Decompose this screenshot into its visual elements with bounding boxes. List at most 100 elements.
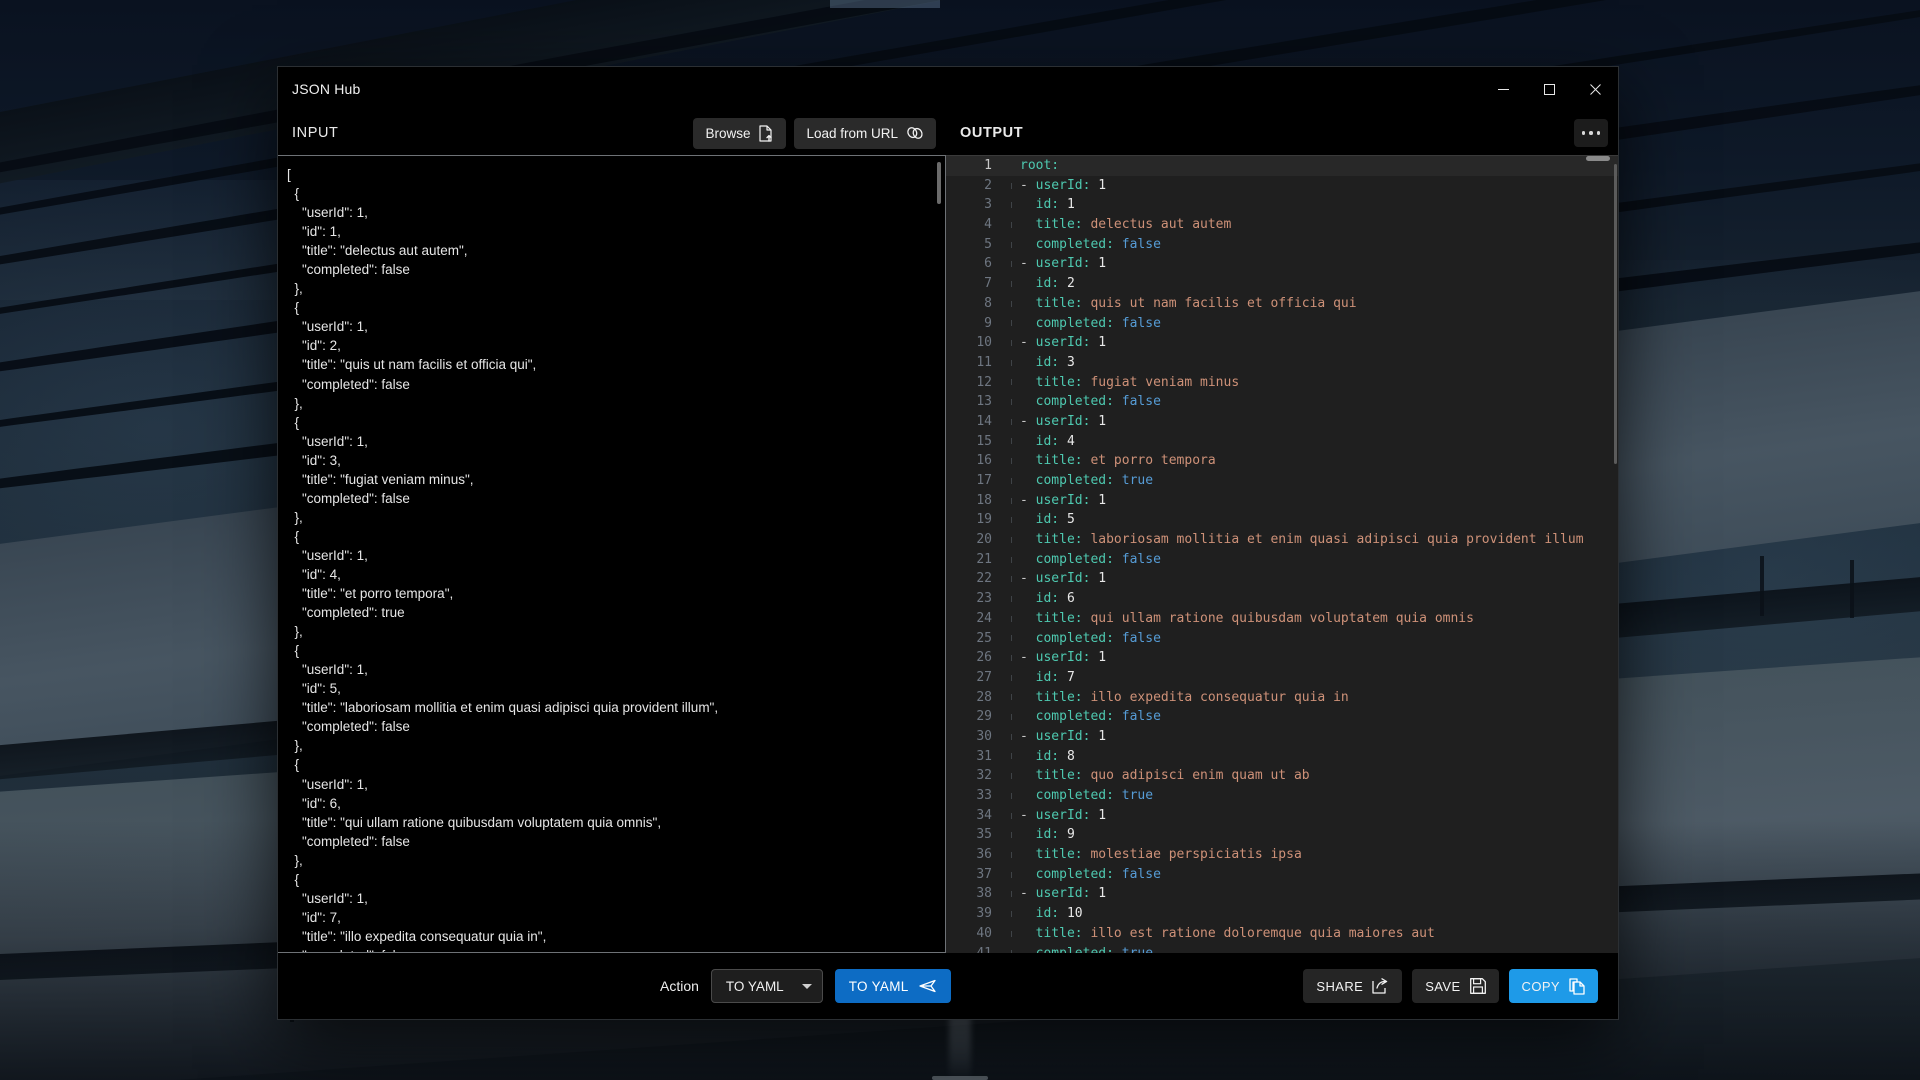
close-button[interactable] bbox=[1572, 67, 1618, 111]
output-line: 19 id: 5 bbox=[946, 510, 1618, 530]
line-number: 36 bbox=[946, 845, 1004, 865]
output-line: 25 completed: false bbox=[946, 629, 1618, 649]
browse-button-label: Browse bbox=[705, 126, 750, 141]
line-number: 23 bbox=[946, 589, 1004, 609]
line-number: 17 bbox=[946, 471, 1004, 491]
line-number: 30 bbox=[946, 727, 1004, 747]
output-actions: SHARE SAVE COPY bbox=[1303, 969, 1598, 1003]
output-panel-label: OUTPUT bbox=[960, 125, 1023, 141]
line-text: id: 9 bbox=[1020, 825, 1075, 845]
line-text: id: 5 bbox=[1020, 510, 1075, 530]
line-number: 31 bbox=[946, 747, 1004, 767]
convert-button-label: TO YAML bbox=[849, 979, 909, 994]
output-overflow-menu-button[interactable] bbox=[1574, 119, 1608, 147]
minimize-button[interactable] bbox=[1480, 67, 1526, 111]
line-text: completed: true bbox=[1020, 471, 1153, 491]
output-yaml-content[interactable]: 1root:2- userId: 13 id: 14 title: delect… bbox=[946, 156, 1618, 953]
output-line: 6- userId: 1 bbox=[946, 254, 1618, 274]
input-scrollbar[interactable] bbox=[935, 162, 943, 953]
output-line: 12 title: fugiat veniam minus bbox=[946, 373, 1618, 393]
output-line: 35 id: 9 bbox=[946, 825, 1618, 845]
output-line: 11 id: 3 bbox=[946, 353, 1618, 373]
action-select[interactable]: TO YAML bbox=[711, 969, 823, 1003]
input-editor-text[interactable]: [ { "userId": 1, "id": 1, "title": "dele… bbox=[278, 156, 945, 952]
line-text: id: 7 bbox=[1020, 668, 1075, 688]
line-number: 35 bbox=[946, 825, 1004, 845]
line-number: 32 bbox=[946, 766, 1004, 786]
output-line: 13 completed: false bbox=[946, 392, 1618, 412]
output-line: 14- userId: 1 bbox=[946, 412, 1618, 432]
line-number: 18 bbox=[946, 491, 1004, 511]
line-text: title: et porro tempora bbox=[1020, 451, 1216, 471]
action-bar: Action TO YAML TO YAML SHARE SA bbox=[278, 953, 1618, 1019]
copy-button[interactable]: COPY bbox=[1509, 969, 1598, 1003]
ellipsis-icon bbox=[1582, 131, 1586, 135]
line-text: id: 4 bbox=[1020, 432, 1075, 452]
output-editor-pane[interactable]: 1root:2- userId: 13 id: 14 title: delect… bbox=[946, 155, 1618, 953]
load-from-url-button[interactable]: Load from URL bbox=[794, 118, 936, 149]
line-number: 22 bbox=[946, 569, 1004, 589]
line-number: 2 bbox=[946, 176, 1004, 196]
share-button[interactable]: SHARE bbox=[1303, 969, 1402, 1003]
link-icon bbox=[906, 125, 924, 141]
line-number: 6 bbox=[946, 254, 1004, 274]
output-line: 39 id: 10 bbox=[946, 904, 1618, 924]
line-text: completed: false bbox=[1020, 629, 1161, 649]
output-horizontal-scrollbar-thumb[interactable] bbox=[1586, 156, 1610, 161]
output-line: 1root: bbox=[946, 156, 1618, 176]
output-line: 40 title: illo est ratione doloremque qu… bbox=[946, 924, 1618, 944]
line-number: 5 bbox=[946, 235, 1004, 255]
load-from-url-label: Load from URL bbox=[806, 126, 898, 141]
maximize-button[interactable] bbox=[1526, 67, 1572, 111]
output-line: 36 title: molestiae perspiciatis ipsa bbox=[946, 845, 1618, 865]
line-number: 9 bbox=[946, 314, 1004, 334]
line-number: 10 bbox=[946, 333, 1004, 353]
window-controls bbox=[1480, 67, 1618, 111]
line-text: - userId: 1 bbox=[1020, 806, 1106, 826]
line-text: completed: false bbox=[1020, 235, 1161, 255]
output-vertical-scrollbar-thumb[interactable] bbox=[1614, 164, 1617, 464]
editor-area: [ { "userId": 1, "id": 1, "title": "dele… bbox=[278, 155, 1618, 953]
output-line: 2- userId: 1 bbox=[946, 176, 1618, 196]
output-line: 21 completed: false bbox=[946, 550, 1618, 570]
line-number: 16 bbox=[946, 451, 1004, 471]
output-line: 29 completed: false bbox=[946, 707, 1618, 727]
file-upload-icon bbox=[758, 125, 774, 142]
line-text: - userId: 1 bbox=[1020, 727, 1106, 747]
line-text: id: 1 bbox=[1020, 195, 1075, 215]
line-number: 20 bbox=[946, 530, 1004, 550]
save-button[interactable]: SAVE bbox=[1412, 969, 1498, 1003]
line-text: id: 2 bbox=[1020, 274, 1075, 294]
line-text: title: fugiat veniam minus bbox=[1020, 373, 1239, 393]
output-line: 33 completed: true bbox=[946, 786, 1618, 806]
line-number: 37 bbox=[946, 865, 1004, 885]
line-number: 41 bbox=[946, 944, 1004, 954]
output-line: 23 id: 6 bbox=[946, 589, 1618, 609]
line-text: completed: false bbox=[1020, 314, 1161, 334]
line-text: completed: false bbox=[1020, 707, 1161, 727]
output-line: 20 title: laboriosam mollitia et enim qu… bbox=[946, 530, 1618, 550]
input-actions: Browse Load from URL bbox=[693, 118, 946, 149]
line-number: 24 bbox=[946, 609, 1004, 629]
share-button-label: SHARE bbox=[1316, 979, 1363, 994]
taskbar-indicator bbox=[932, 1076, 988, 1080]
action-select-value: TO YAML bbox=[726, 979, 784, 994]
line-text: title: molestiae perspiciatis ipsa bbox=[1020, 845, 1302, 865]
action-label: Action bbox=[660, 978, 699, 994]
input-scrollbar-thumb[interactable] bbox=[937, 162, 941, 204]
line-number: 21 bbox=[946, 550, 1004, 570]
line-number: 3 bbox=[946, 195, 1004, 215]
line-text: root: bbox=[1020, 156, 1059, 176]
input-editor-pane[interactable]: [ { "userId": 1, "id": 1, "title": "dele… bbox=[278, 155, 946, 953]
ellipsis-icon bbox=[1589, 131, 1593, 135]
wallpaper-fence-post bbox=[1760, 556, 1764, 616]
output-line: 18- userId: 1 bbox=[946, 491, 1618, 511]
line-number: 33 bbox=[946, 786, 1004, 806]
line-text: id: 8 bbox=[1020, 747, 1075, 767]
output-line: 3 id: 1 bbox=[946, 195, 1618, 215]
convert-button[interactable]: TO YAML bbox=[835, 969, 951, 1003]
line-text: title: illo est ratione doloremque quia … bbox=[1020, 924, 1435, 944]
browse-button[interactable]: Browse bbox=[693, 118, 786, 149]
line-number: 27 bbox=[946, 668, 1004, 688]
output-line: 17 completed: true bbox=[946, 471, 1618, 491]
